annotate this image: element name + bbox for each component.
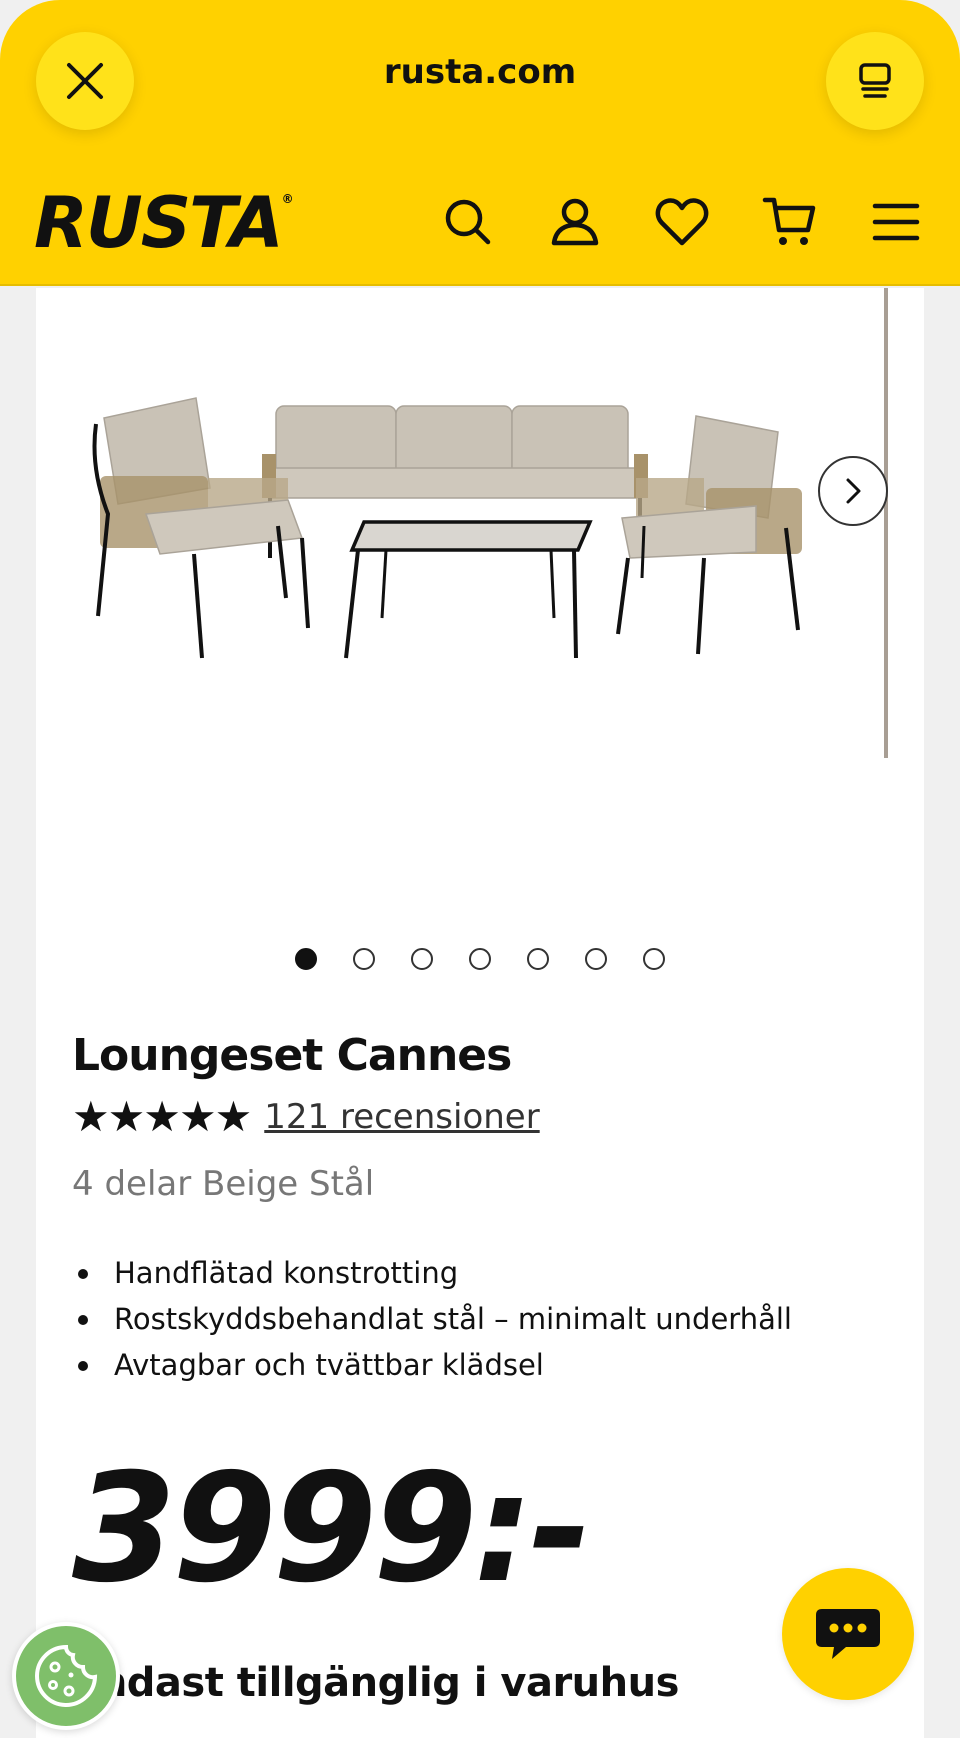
cart-button[interactable] [760, 192, 820, 252]
gallery-dot-6[interactable] [585, 948, 607, 970]
table-illustration [344, 520, 593, 659]
product-gallery[interactable] [36, 288, 924, 948]
url-text[interactable]: rusta.com [0, 52, 960, 92]
product-variant: 4 delar Beige Stål [72, 1164, 375, 1204]
product-image [92, 397, 802, 659]
chevron-right-icon [846, 478, 861, 504]
cart-icon [762, 197, 816, 245]
browser-bar: rusta.com [0, 0, 960, 180]
logo-text: RUSTA [34, 182, 284, 264]
cookie-icon [35, 1644, 98, 1707]
product-card: Loungeset Cannes ★★★★★ 121 recensioner 4… [36, 288, 924, 1738]
search-button[interactable] [438, 192, 498, 252]
feature-item: Avtagbar och tvättbar klädsel [72, 1342, 792, 1388]
rating-stars-icon: ★★★★★ [72, 1092, 252, 1141]
heart-icon [655, 198, 709, 246]
chat-icon [816, 1609, 880, 1659]
reviews-link[interactable]: 121 recensioner [264, 1097, 539, 1137]
account-icon [551, 198, 599, 246]
gallery-dot-7[interactable] [643, 948, 665, 970]
feature-item: Handflätad konstrotting [72, 1250, 792, 1296]
product-title: Loungeset Cannes [72, 1030, 512, 1081]
search-icon [445, 199, 491, 245]
right-chair-illustration [616, 415, 802, 655]
gallery-dot-4[interactable] [469, 948, 491, 970]
feature-item: Rostskyddsbehandlat stål – minimalt unde… [72, 1296, 792, 1342]
gallery-dot-1[interactable] [295, 948, 317, 970]
tabs-button[interactable] [826, 32, 924, 130]
gallery-pagination [36, 948, 924, 970]
next-image-button[interactable] [818, 456, 888, 526]
gallery-dot-3[interactable] [411, 948, 433, 970]
availability-text: Endast tillgänglig i varuhus [72, 1660, 679, 1706]
logo-mark: ® [281, 192, 294, 206]
cookie-settings-button[interactable] [12, 1622, 120, 1730]
product-price: 3999:- [72, 1442, 592, 1616]
wishlist-button[interactable] [652, 192, 712, 252]
gallery-dot-5[interactable] [527, 948, 549, 970]
account-button[interactable] [545, 192, 605, 252]
rating-row: ★★★★★ 121 recensioner [72, 1096, 540, 1138]
next-image-peek [884, 288, 888, 758]
menu-icon [872, 203, 920, 241]
site-header: RUSTA® [0, 180, 960, 286]
gallery-dot-2[interactable] [353, 948, 375, 970]
rusta-logo[interactable]: RUSTA® [34, 182, 294, 264]
chat-button[interactable] [782, 1568, 914, 1700]
feature-list: Handflätad konstrotting Rostskyddsbehand… [72, 1250, 792, 1388]
tabs-icon [859, 63, 891, 98]
menu-button[interactable] [866, 192, 926, 252]
